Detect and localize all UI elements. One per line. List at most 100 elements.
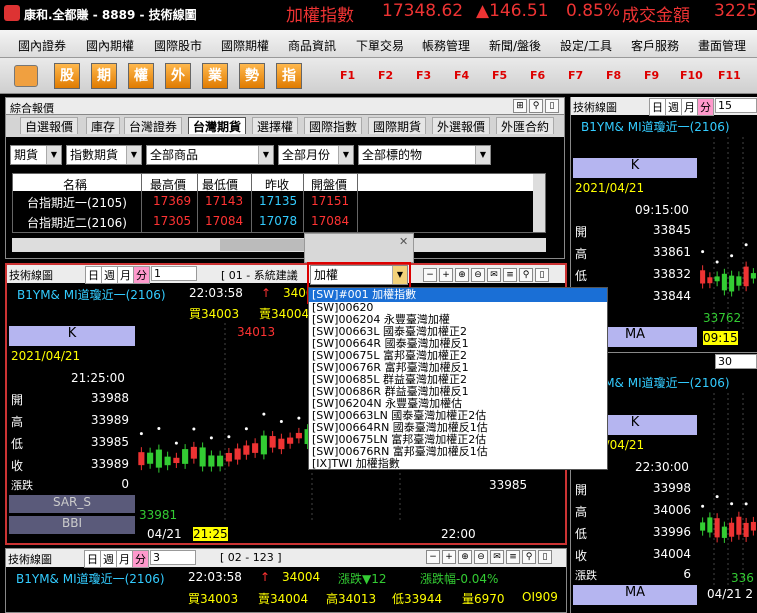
chat-icon[interactable]: ✉ [490,550,504,564]
f3-key[interactable]: F3 [416,69,431,82]
menu-news[interactable]: 新聞/盤後 [489,37,541,54]
chart4-interval-select[interactable]: 30 [715,354,757,369]
indicator-bbi[interactable]: BBI [9,516,135,534]
chat-icon[interactable]: ✉ [487,268,501,282]
menu-domestic-securities[interactable]: 國內證券 [18,37,66,54]
chart2-interval-select[interactable]: 3 [150,550,196,565]
month-select[interactable]: 全部月份 ▼ [278,145,354,165]
search-icon[interactable]: ⚲ [522,550,536,564]
list-item-selected[interactable]: [SW]#001 加權指數 [309,288,607,302]
candle [714,276,720,282]
chart2-ask: 賣34004 [258,592,309,606]
menu-settings[interactable]: 設定/工具 [560,37,612,54]
tab-intl-futures[interactable]: 國際期貨 [368,117,427,134]
zoom-in-icon[interactable]: ⊕ [458,550,472,564]
f5-key[interactable]: F5 [492,69,507,82]
chart2-period-week[interactable]: 週 [100,550,117,568]
home-icon[interactable] [14,65,38,87]
product-select[interactable]: 全部商品 ▼ [146,145,274,165]
chart2-period-day[interactable]: 日 [84,550,101,568]
search-icon[interactable]: ⚲ [529,99,543,113]
plus-icon[interactable]: + [439,268,453,282]
chart3-candles[interactable] [699,137,757,332]
tab-tw-securities[interactable]: 台灣證券 [124,117,183,134]
tab-tw-futures[interactable]: 台灣期貨 [188,117,247,134]
chevron-down-icon[interactable]: ▼ [392,266,407,284]
table-row[interactable]: 台指期近二(2106) 17305 17084 17078 17084 [13,213,545,231]
chart1-period-minute[interactable]: 分 [133,266,150,284]
table-row[interactable]: 台指期近一(2105) 17369 17143 17135 17151 [13,193,545,211]
trend-button[interactable]: 勢 [239,63,265,89]
menu-account[interactable]: 帳務管理 [422,37,470,54]
table-scrollbar[interactable] [533,174,545,232]
plus-icon[interactable]: + [442,550,456,564]
chart1-interval-select[interactable]: 1 [151,266,197,281]
restore-icon[interactable]: ▯ [538,550,552,564]
symbol-combo-input[interactable]: 加權 ▼ [310,265,408,285]
tab-options[interactable]: 選擇權 [252,117,299,134]
sector-button[interactable]: 業 [202,63,228,89]
f9-key[interactable]: F9 [644,69,659,82]
menu-intl-futures[interactable]: 國際期權 [221,37,269,54]
restore-icon[interactable]: ▯ [545,99,559,113]
zoom-out-icon[interactable]: ⊖ [474,550,488,564]
tab-watchlist[interactable]: 自選報價 [20,117,79,134]
chart3-interval-select[interactable]: 15 [715,98,757,113]
zoom-out-icon[interactable]: ⊖ [471,268,485,282]
candle [199,447,206,467]
chart2-period-minute[interactable]: 分 [132,550,149,568]
chart2-pct: 漲跌幅-0.04% [420,572,499,586]
chart2-period-month[interactable]: 月 [116,550,133,568]
chart1-period-week[interactable]: 週 [101,266,118,284]
chart3-period-week[interactable]: 週 [665,98,682,116]
tab-intl-index[interactable]: 國際指數 [304,117,363,134]
type-select[interactable]: 指數期貨 ▼ [66,145,142,165]
f7-key[interactable]: F7 [568,69,583,82]
horizontal-scrollbar[interactable] [12,238,546,252]
foreign-button[interactable]: 外 [165,63,191,89]
index-button[interactable]: 指 [276,63,302,89]
zoom-in-icon[interactable]: ⊕ [455,268,469,282]
symbol-dropdown-list[interactable]: [SW]#001 加權指數 [SW]00620 [SW]006204 永豐臺灣加… [308,287,608,470]
menu-domestic-futures[interactable]: 國內期權 [86,37,134,54]
minus-icon[interactable]: − [423,268,437,282]
chart1-tools: − + ⊕ ⊖ ✉ ≡ ⚲ ▯ [423,267,563,282]
tab-foreign-options[interactable]: 外選報價 [432,117,491,134]
search-icon[interactable]: ⚲ [519,268,533,282]
menu-screen[interactable]: 畫面管理 [698,37,746,54]
tab-forex[interactable]: 外匯合約 [496,117,555,134]
category-select[interactable]: 期貨 ▼ [10,145,62,165]
underlying-select[interactable]: 全部標的物 ▼ [358,145,491,165]
f6-key[interactable]: F6 [530,69,545,82]
indicator-sar[interactable]: SAR_S [9,495,135,513]
minus-icon[interactable]: − [426,550,440,564]
menu-product-info[interactable]: 商品資訊 [288,37,336,54]
chart4-bar-time: 22:30:00 [635,460,689,474]
chart1-x-cursor: 21:25 [193,527,228,541]
tab-inventory[interactable]: 庫存 [86,117,121,134]
chart3-period-day[interactable]: 日 [649,98,666,116]
f10-key[interactable]: F10 [680,69,703,82]
f2-key[interactable]: F2 [378,69,393,82]
chart1-period-month[interactable]: 月 [117,266,134,284]
menu-intl-stocks[interactable]: 國際股市 [154,37,202,54]
f4-key[interactable]: F4 [454,69,469,82]
chart1-period-day[interactable]: 日 [85,266,102,284]
f8-key[interactable]: F8 [606,69,621,82]
f11-key[interactable]: F11 [718,69,741,82]
restore-icon[interactable]: ▯ [535,268,549,282]
futures-button[interactable]: 期 [91,63,117,89]
chart3-period-minute[interactable]: 分 [697,98,714,116]
chart3-period-month[interactable]: 月 [681,98,698,116]
settings-icon[interactable]: ≡ [506,550,520,564]
menu-support[interactable]: 客戶服務 [631,37,679,54]
pin-icon[interactable]: ⊞ [513,99,527,113]
close-icon[interactable]: ✕ [399,235,408,248]
settings-icon[interactable]: ≡ [503,268,517,282]
menu-trading[interactable]: 下單交易 [356,37,404,54]
options-button[interactable]: 權 [128,63,154,89]
chart4-candles[interactable] [699,393,757,588]
list-item[interactable]: [IX]TWI 加權指數 [312,458,400,470]
f1-key[interactable]: F1 [340,69,355,82]
stock-button[interactable]: 股 [54,63,80,89]
